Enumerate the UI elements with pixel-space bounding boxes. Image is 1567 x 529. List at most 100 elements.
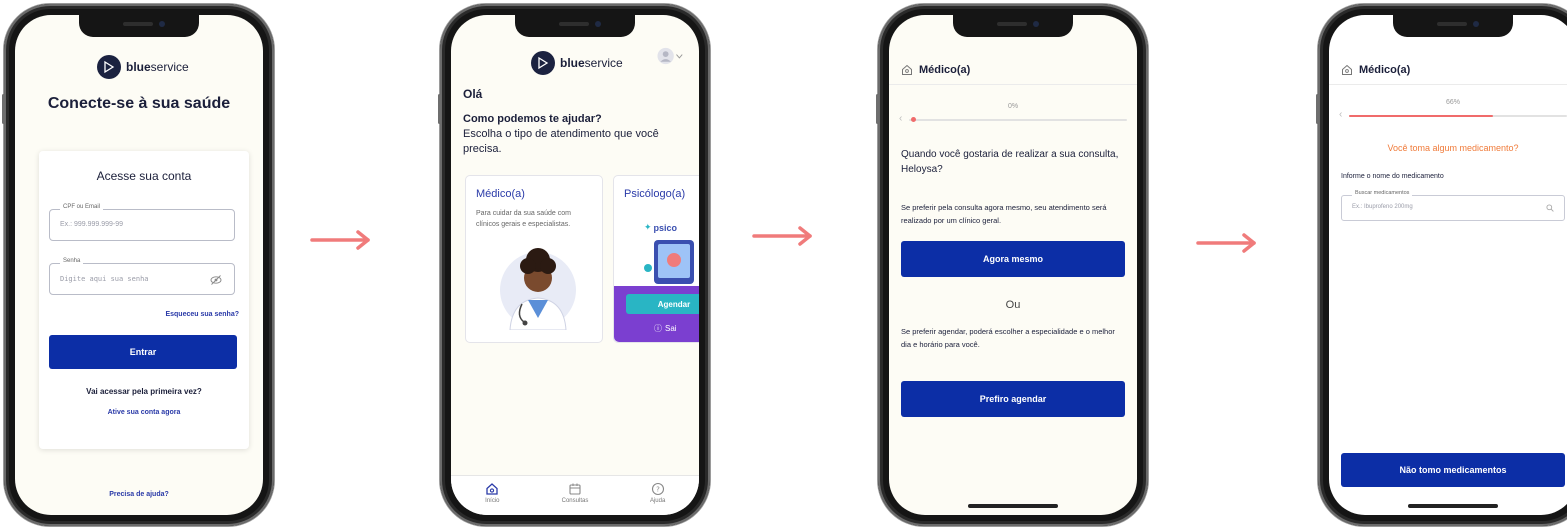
no-medication-button[interactable]: Não tomo medicamentos <box>1341 453 1565 487</box>
first-access-text: Vai acessar pela primeira vez? <box>86 387 202 396</box>
medico-card-description: Para cuidar da sua saúde com clínicos ge… <box>476 210 571 228</box>
progress-fill <box>1349 115 1493 117</box>
search-placeholder: Ex.: Ibuprofeno 200mg <box>1352 204 1413 210</box>
search-label: Buscar medicamentos <box>1352 190 1413 196</box>
phone-side-button <box>1316 94 1319 124</box>
password-label: Senha <box>60 258 84 264</box>
calendar-icon <box>569 483 581 495</box>
card-title: Acesse sua conta <box>96 169 192 183</box>
cpf-email-field[interactable]: CPF ou Email Ex.: 999.999.999-99 <box>49 204 235 241</box>
blueservice-logo-icon <box>97 55 121 79</box>
schedule-description: Se preferir agendar, poderá escolher a e… <box>901 327 1115 349</box>
home-indicator <box>1408 504 1498 508</box>
user-avatar-menu[interactable] <box>657 45 683 67</box>
schedule-button[interactable]: Prefiro agendar <box>901 381 1125 417</box>
chevron-left-icon[interactable]: ‹ <box>1339 109 1342 120</box>
phone-side-button <box>2 94 5 124</box>
tab-inicio[interactable]: Início <box>462 482 522 515</box>
page-title: Conecte-se à sua saúde <box>47 95 231 112</box>
phone-notch <box>79 15 199 37</box>
logo-text: blueservice <box>560 56 623 70</box>
screen-header: Médico(a) <box>889 55 1137 85</box>
tab-ajuda[interactable]: ? Ajuda <box>628 482 688 515</box>
doctor-illustration <box>500 248 576 330</box>
info-icon: ⓘ <box>654 324 662 333</box>
forgot-password-link[interactable]: Esqueceu sua senha? <box>165 311 239 318</box>
medico-card-title: Médico(a) <box>476 188 525 200</box>
tab-label: Consultas <box>561 498 589 504</box>
help-icon: ? <box>651 482 664 496</box>
home-screen: blueservice Olá Como podemos te ajudar? … <box>451 15 699 515</box>
arrow-right-icon <box>1196 233 1256 253</box>
home-icon <box>486 483 498 495</box>
tab-consultas[interactable]: Consultas <box>545 482 605 515</box>
phone-notch <box>515 15 635 37</box>
avatar <box>657 47 674 65</box>
psico-brand: ✦ psico <box>644 222 678 233</box>
home-icon[interactable] <box>1341 64 1353 76</box>
psico-logo-icon: ✦ <box>644 222 652 232</box>
help-question: Como podemos te ajudar? <box>463 113 602 125</box>
login-screen: blueservice Conecte-se à sua saúde Acess… <box>15 15 263 515</box>
progress-bar: 66% ‹ <box>1339 99 1567 125</box>
phone-side-button <box>876 94 879 124</box>
svg-text:?: ? <box>656 486 660 494</box>
or-divider: Ou <box>1005 299 1021 311</box>
progress-bar: 0% ‹ <box>899 103 1127 129</box>
phone-side-button <box>438 94 441 124</box>
phone-when: Médico(a) 0% ‹ Quando você gostaria de r… <box>876 4 1148 526</box>
when-question: Quando você gostaria de realizar a sua c… <box>901 149 1119 175</box>
progress-percent: 0% <box>1007 103 1019 110</box>
now-button[interactable]: Agora mesmo <box>901 241 1125 277</box>
header-title: Médico(a) <box>1359 63 1411 76</box>
home-indicator <box>968 504 1058 508</box>
greeting: Olá <box>463 87 483 101</box>
phone-home: blueservice Olá Como podemos te ajudar? … <box>438 4 710 526</box>
help-link[interactable]: Precisa de ajuda? <box>15 491 263 498</box>
tab-label: Ajuda <box>649 498 666 504</box>
login-button[interactable]: Entrar <box>49 335 237 369</box>
progress-track <box>909 119 1127 121</box>
when-screen: Médico(a) 0% ‹ Quando você gostaria de r… <box>889 15 1137 515</box>
psico-footer: ⓘ Sai <box>654 324 677 333</box>
phone-notch <box>1393 15 1513 37</box>
eye-off-icon[interactable] <box>210 273 222 291</box>
medication-search-input[interactable]: Buscar medicamentos Ex.: Ibuprofeno 200m… <box>1341 190 1565 221</box>
blueservice-logo-icon <box>531 51 555 75</box>
search-icon <box>1546 204 1554 212</box>
progress-track <box>1349 115 1567 117</box>
tab-label: Início <box>485 498 500 504</box>
cpf-email-placeholder: Ex.: 999.999.999-99 <box>60 221 124 228</box>
phone-login: blueservice Conecte-se à sua saúde Acess… <box>2 4 274 526</box>
logo-text: blueservice <box>126 60 189 74</box>
medication-screen: Médico(a) 66% ‹ Você toma algum medicame… <box>1329 15 1567 515</box>
blueservice-logo: blueservice <box>531 51 623 75</box>
screen-header: Médico(a) <box>1329 55 1567 85</box>
arrow-right-icon <box>752 226 812 246</box>
tablet-illustration <box>644 240 694 284</box>
help-subtitle: Escolha o tipo de atendimento que você p… <box>463 128 659 155</box>
login-card: Acesse sua conta CPF ou Email Ex.: 999.9… <box>39 151 249 449</box>
blueservice-logo: blueservice <box>97 55 189 79</box>
activate-account-link[interactable]: Ative sua conta agora <box>39 409 249 416</box>
psico-schedule-button[interactable]: Agendar <box>626 294 699 314</box>
medication-question: Você toma algum medicamento? <box>1387 143 1519 153</box>
psicologo-card[interactable]: Psicólogo(a) ✦ psico Agendar ⓘ Sai <box>613 175 699 343</box>
home-icon[interactable] <box>901 64 913 76</box>
phone-medication: Médico(a) 66% ‹ Você toma algum medicame… <box>1316 4 1567 526</box>
bottom-tab-bar: Início Consultas ? Ajuda <box>451 475 699 515</box>
progress-dot <box>911 117 916 122</box>
cpf-email-label: CPF ou Email <box>60 204 104 210</box>
arrow-right-icon <box>310 230 370 250</box>
password-placeholder: Digite aqui sua senha <box>60 275 149 283</box>
chevron-down-icon <box>676 53 683 59</box>
phone-notch <box>953 15 1073 37</box>
progress-percent: 66% <box>1445 99 1460 106</box>
psicologo-card-title: Psicólogo(a) <box>624 188 686 200</box>
medication-field-label: Informe o nome do medicamento <box>1341 173 1444 180</box>
medico-card[interactable]: Médico(a) Para cuidar da sua saúde com c… <box>465 175 603 343</box>
header-title: Médico(a) <box>919 63 971 76</box>
chevron-left-icon[interactable]: ‹ <box>899 113 902 124</box>
password-field[interactable]: Senha Digite aqui sua senha <box>49 258 235 295</box>
now-description: Se preferir pela consulta agora mesmo, s… <box>901 203 1107 225</box>
